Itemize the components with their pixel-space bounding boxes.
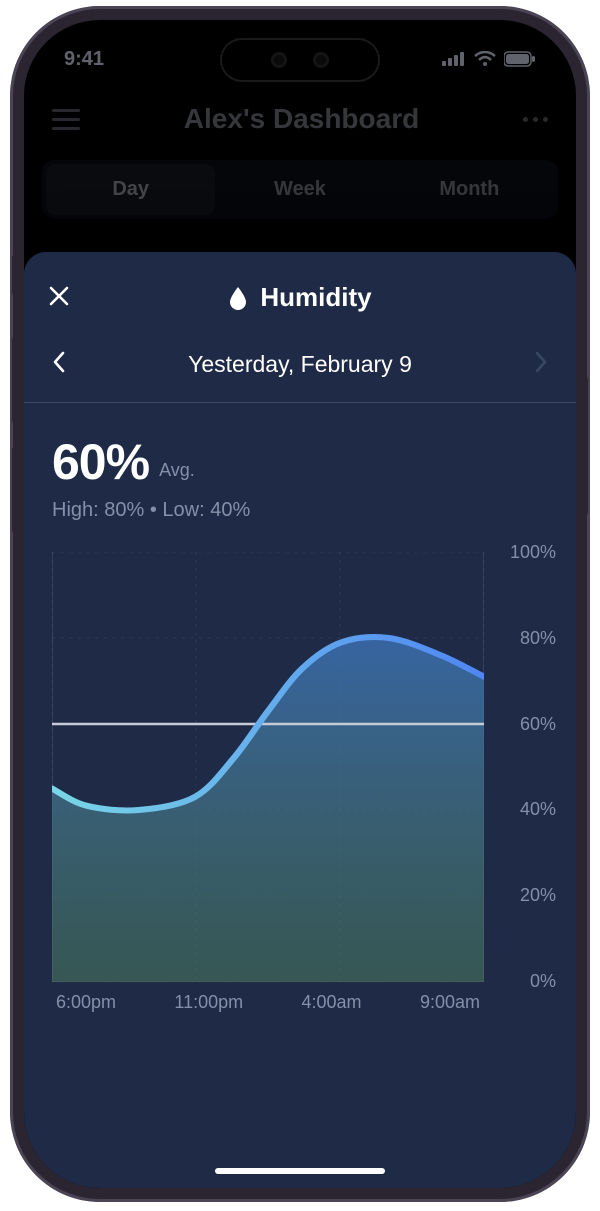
x-tick-label: 4:00am	[302, 992, 362, 1022]
more-icon[interactable]	[523, 117, 548, 122]
screen: 9:41 Alex's Dashboard Day Week Month	[24, 20, 576, 1188]
y-tick-label: 20%	[520, 885, 556, 906]
chart-y-axis: 100% 80% 60% 40% 20% 0%	[492, 542, 556, 992]
side-power-button	[580, 376, 588, 516]
wifi-icon	[474, 51, 496, 67]
humidity-chart: 100%80%60%40%20%0% 6:00pm11:00pm4:00am9:…	[52, 552, 556, 1022]
dynamic-island	[220, 38, 380, 82]
high-low-text: High: 80% • Low: 40%	[52, 491, 548, 522]
background-app: Alex's Dashboard Day Week Month	[24, 84, 576, 219]
side-silent-button	[12, 254, 20, 296]
summary-stats: 60% Avg. High: 80% • Low: 40%	[24, 403, 576, 526]
avg-label: Avg.	[159, 460, 195, 491]
humidity-icon	[228, 286, 248, 310]
y-tick-label: 40%	[520, 799, 556, 820]
y-tick-label: 100%	[510, 542, 556, 563]
menu-icon[interactable]	[52, 109, 80, 130]
status-time: 9:41	[64, 48, 104, 71]
chart-x-axis: 6:00pm 11:00pm 4:00am 9:00am	[52, 992, 484, 1022]
tab-day[interactable]: Day	[46, 164, 215, 215]
signal-icon	[442, 52, 466, 66]
date-navigator: Yesterday, February 9	[24, 337, 576, 403]
tab-week[interactable]: Week	[215, 164, 384, 215]
prev-day-button[interactable]	[52, 349, 66, 380]
chevron-right-icon	[534, 351, 548, 373]
side-volume-up	[12, 336, 20, 424]
phone-frame: 9:41 Alex's Dashboard Day Week Month	[10, 6, 590, 1202]
x-tick-label: 6:00pm	[56, 992, 116, 1022]
close-icon	[48, 285, 70, 307]
x-tick-label: 11:00pm	[174, 992, 243, 1022]
sheet-title: Humidity	[260, 282, 371, 313]
y-tick-label: 60%	[520, 714, 556, 735]
status-icons	[442, 51, 536, 67]
close-button[interactable]	[48, 282, 70, 314]
side-volume-down	[12, 446, 20, 534]
date-label: Yesterday, February 9	[188, 351, 412, 378]
humidity-sheet: Humidity Yesterday, February 9 60% Avg. …	[24, 252, 576, 1188]
chart-plot-area	[52, 552, 484, 982]
y-tick-label: 0%	[530, 971, 556, 992]
chevron-left-icon	[52, 351, 66, 373]
tab-month[interactable]: Month	[385, 164, 554, 215]
status-bar: 9:41	[24, 20, 576, 84]
avg-value: 60%	[52, 433, 149, 491]
y-tick-label: 80%	[520, 628, 556, 649]
x-tick-label: 9:00am	[420, 992, 480, 1022]
next-day-button	[534, 349, 548, 380]
app-header: Alex's Dashboard	[24, 84, 576, 154]
page-title: Alex's Dashboard	[184, 103, 419, 135]
range-segmented-control[interactable]: Day Week Month	[42, 160, 558, 219]
home-indicator[interactable]	[215, 1168, 385, 1174]
battery-icon	[504, 51, 536, 67]
sheet-header: Humidity	[24, 276, 576, 337]
